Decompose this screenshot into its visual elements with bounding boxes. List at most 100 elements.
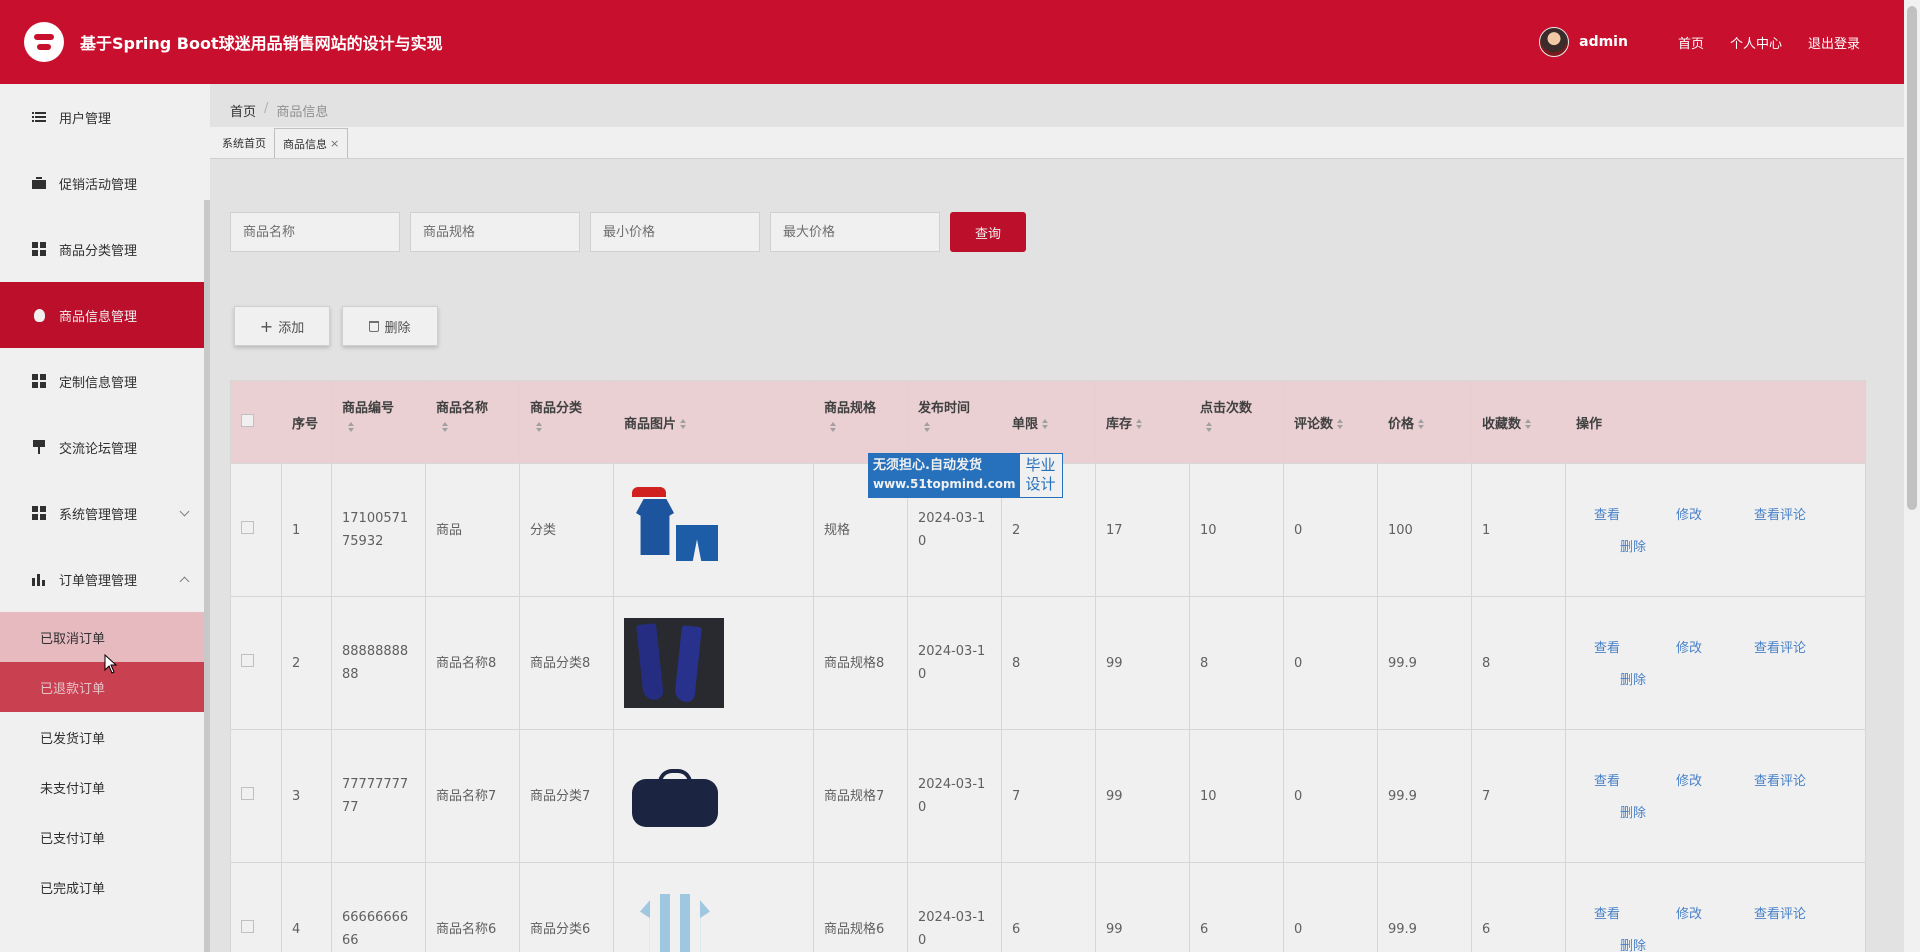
sort-icon[interactable]: [1136, 418, 1143, 430]
select-all-checkbox[interactable]: [241, 413, 254, 427]
grid-icon: [32, 374, 46, 388]
cell-image: [613, 729, 814, 863]
cell-actions: 查看 修改 查看评论 删除: [1565, 463, 1866, 597]
plus-icon: +: [259, 316, 274, 336]
add-button[interactable]: + 添加: [234, 306, 330, 346]
product-spec-input[interactable]: [410, 212, 580, 252]
col-header-favorites[interactable]: 收藏数: [1471, 380, 1566, 464]
delete-button[interactable]: 删除: [342, 306, 438, 346]
row-checkbox[interactable]: [241, 520, 254, 534]
sidebar-item-order-management[interactable]: 订单管理管理: [0, 546, 210, 612]
page-scrollbar[interactable]: [1904, 0, 1920, 952]
sort-icon[interactable]: [348, 422, 355, 433]
cell-price: 99.9: [1377, 596, 1472, 730]
sidebar-item-user-management[interactable]: 用户管理: [0, 84, 210, 150]
sidebar-item-custom-management[interactable]: 定制信息管理: [0, 348, 210, 414]
submenu-unpaid-orders[interactable]: 未支付订单: [0, 762, 210, 812]
view-comments-link[interactable]: 查看评论: [1754, 504, 1806, 527]
row-checkbox[interactable]: [241, 919, 254, 933]
col-header-comments[interactable]: 评论数: [1283, 380, 1378, 464]
delete-link[interactable]: 删除: [1620, 935, 1646, 952]
col-header-stock[interactable]: 库存: [1095, 380, 1190, 464]
query-button[interactable]: 查询: [950, 212, 1026, 252]
cell-price: 99.9: [1377, 729, 1472, 863]
cell-category: 分类: [519, 463, 614, 597]
col-header-label: 单限: [1012, 416, 1039, 432]
row-checkbox[interactable]: [241, 653, 254, 667]
sidebar-item-promotion-management[interactable]: 促销活动管理: [0, 150, 210, 216]
sort-icon[interactable]: [536, 422, 543, 433]
sort-icon[interactable]: [1206, 422, 1213, 433]
view-comments-link[interactable]: 查看评论: [1754, 903, 1806, 926]
max-price-input[interactable]: [770, 212, 940, 252]
col-header-label: 商品图片: [624, 416, 677, 432]
delete-link[interactable]: 删除: [1620, 536, 1646, 559]
sidebar-item-label: 系统管理管理: [59, 507, 138, 523]
edit-link[interactable]: 修改: [1676, 504, 1702, 527]
edit-link[interactable]: 修改: [1676, 637, 1702, 660]
close-icon[interactable]: ×: [330, 137, 339, 150]
pin-icon: [32, 440, 46, 454]
col-header-price[interactable]: 价格: [1377, 380, 1472, 464]
breadcrumb-home[interactable]: 首页: [230, 101, 256, 120]
sidebar-item-forum-management[interactable]: 交流论坛管理: [0, 414, 210, 480]
sidebar-item-product-management[interactable]: 商品信息管理: [0, 282, 210, 348]
logout-link[interactable]: 退出登录: [1808, 33, 1860, 52]
sort-icon[interactable]: [442, 422, 449, 433]
col-header-limit[interactable]: 单限: [1001, 380, 1096, 464]
product-name-input[interactable]: [230, 212, 400, 252]
delete-link[interactable]: 删除: [1620, 669, 1646, 692]
view-link[interactable]: 查看: [1594, 637, 1620, 660]
username: admin: [1579, 34, 1628, 50]
edit-link[interactable]: 修改: [1676, 770, 1702, 793]
tab-product-info[interactable]: 商品信息 ×: [274, 128, 349, 158]
tab-system-home[interactable]: 系统首页: [214, 128, 274, 158]
watermark-right: 毕业 设计: [1020, 454, 1062, 497]
row-checkbox[interactable]: [241, 786, 254, 800]
delete-link[interactable]: 删除: [1620, 802, 1646, 825]
col-header-image[interactable]: 商品图片: [613, 380, 814, 464]
cell-name: 商品名称8: [425, 596, 520, 730]
sort-icon[interactable]: [924, 422, 931, 433]
submenu-completed-orders[interactable]: 已完成订单: [0, 862, 210, 912]
profile-link[interactable]: 个人中心: [1730, 33, 1782, 52]
table-row: 4 6666666666 商品名称6 商品分类6 商品规格6 2024-03-1…: [230, 862, 1866, 952]
sort-icon[interactable]: [1042, 418, 1049, 430]
min-price-input[interactable]: [590, 212, 760, 252]
submenu-paid-orders[interactable]: 已支付订单: [0, 812, 210, 862]
edit-link[interactable]: 修改: [1676, 903, 1702, 926]
view-comments-link[interactable]: 查看评论: [1754, 770, 1806, 793]
view-comments-link[interactable]: 查看评论: [1754, 637, 1806, 660]
page-scrollbar-thumb[interactable]: [1907, 6, 1917, 510]
view-link[interactable]: 查看: [1594, 504, 1620, 527]
bag-body-shape: [632, 779, 718, 827]
cell-clicks: 8: [1189, 596, 1284, 730]
sidebar-item-label: 交流论坛管理: [59, 441, 138, 457]
col-header-code[interactable]: 商品编号: [331, 380, 426, 464]
col-header-label: 发布时间: [918, 401, 971, 416]
view-link[interactable]: 查看: [1594, 903, 1620, 926]
sidebar-item-system-management[interactable]: 系统管理管理: [0, 480, 210, 546]
sidebar-item-category-management[interactable]: 商品分类管理: [0, 216, 210, 282]
sort-icon[interactable]: [1337, 418, 1344, 430]
cell-image: [613, 463, 814, 597]
breadcrumb-current: 商品信息: [276, 105, 329, 120]
sort-icon[interactable]: [1418, 418, 1425, 430]
avatar[interactable]: [1539, 27, 1570, 57]
cell-stock: 99: [1095, 729, 1190, 863]
sort-icon[interactable]: [830, 422, 837, 433]
home-link[interactable]: 首页: [1678, 33, 1704, 52]
cell-spec: 商品规格7: [813, 729, 908, 863]
sort-icon[interactable]: [680, 418, 687, 430]
col-header-no: 序号: [281, 380, 332, 464]
col-header-clicks[interactable]: 点击次数: [1189, 380, 1284, 464]
bar-chart-icon: [32, 572, 46, 586]
sort-icon[interactable]: [1525, 418, 1532, 430]
view-link[interactable]: 查看: [1594, 770, 1620, 793]
submenu-shipped-orders[interactable]: 已发货订单: [0, 712, 210, 762]
col-header-category[interactable]: 商品分类: [519, 380, 614, 464]
col-header-date[interactable]: 发布时间: [907, 380, 1002, 464]
col-header-spec[interactable]: 商品规格: [813, 380, 908, 464]
sidebar-scrollbar[interactable]: [204, 200, 210, 952]
col-header-name[interactable]: 商品名称: [425, 380, 520, 464]
